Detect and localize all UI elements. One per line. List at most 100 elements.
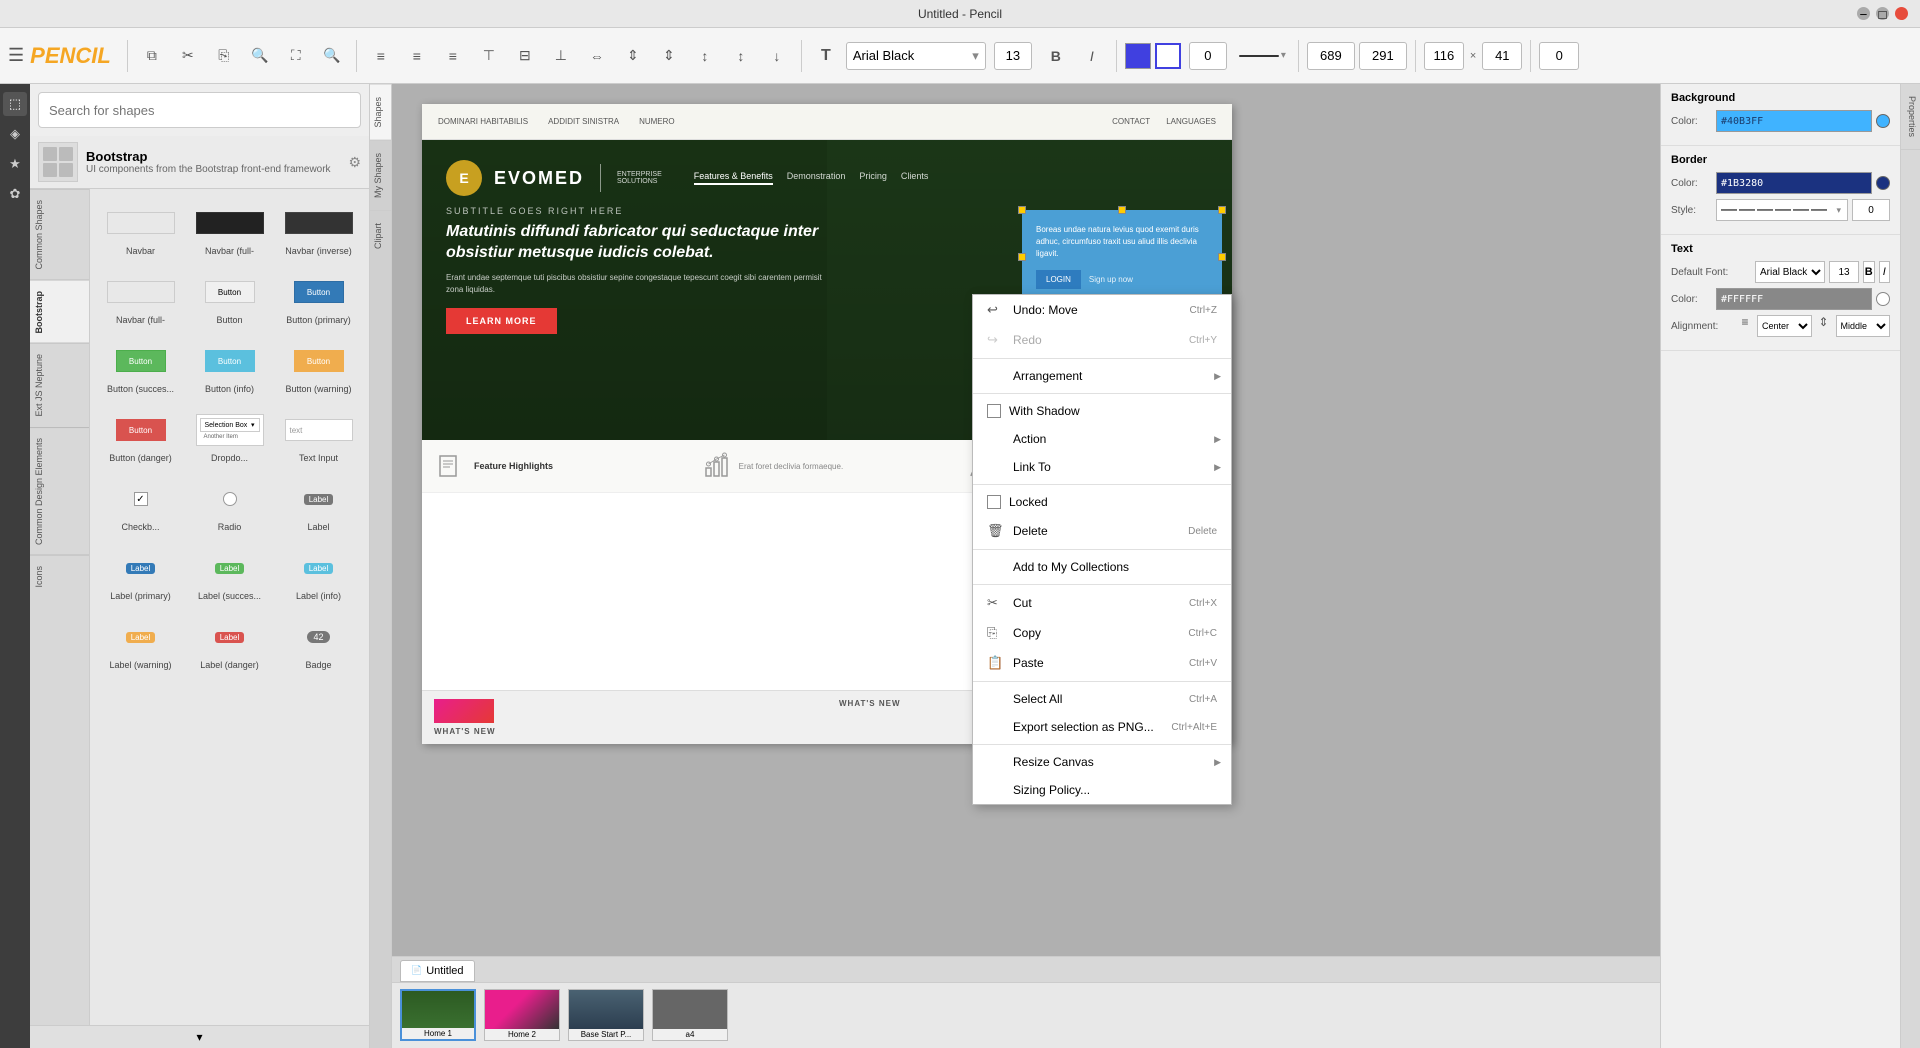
shape-item-button-warning[interactable]: Button Button (warning) xyxy=(276,335,361,400)
align-h-select[interactable]: Center Left Right xyxy=(1757,315,1812,337)
page-thumb-1[interactable]: Home 1 xyxy=(400,989,476,1041)
shape-item-button-primary[interactable]: Button Button (primary) xyxy=(276,266,361,331)
shape-item-button-info[interactable]: Button Button (info) xyxy=(187,335,272,400)
align-top-button[interactable]: ⊤ xyxy=(473,40,505,72)
resize-handle-tl[interactable] xyxy=(1018,206,1026,214)
shape-item-button[interactable]: Button Button xyxy=(187,266,272,331)
clipart-rail-icon[interactable]: ✿ xyxy=(3,182,27,206)
font-select[interactable]: Arial Black xyxy=(1755,261,1825,283)
login-button[interactable]: LOGIN xyxy=(1036,270,1081,289)
rotation-input[interactable] xyxy=(1539,42,1579,70)
bold-button[interactable]: B xyxy=(1040,40,1072,72)
resize-handle-tr[interactable] xyxy=(1218,206,1226,214)
bg-color-picker[interactable] xyxy=(1876,114,1890,128)
ctx-resize-canvas[interactable]: Resize Canvas xyxy=(973,748,1231,776)
bootstrap-tab[interactable]: Bootstrap xyxy=(30,280,89,344)
ctx-arrangement[interactable]: Arrangement xyxy=(973,362,1231,390)
text-color-picker[interactable] xyxy=(1876,292,1890,306)
page-thumb-2[interactable]: Home 2 xyxy=(484,989,560,1041)
y-position-input[interactable] xyxy=(1359,42,1407,70)
dist-6-button[interactable]: ↓ xyxy=(761,40,793,72)
fit-page-button[interactable]: ⛶ xyxy=(280,40,312,72)
shape-item-label-danger[interactable]: Label Label (danger) xyxy=(187,611,272,676)
resize-handle-mr[interactable] xyxy=(1218,253,1226,261)
shape-item-checkbox[interactable]: ✓ Checkb... xyxy=(98,473,183,538)
hamburger-icon[interactable]: ☰ xyxy=(8,45,24,66)
border-color-box[interactable]: #1B3280 xyxy=(1716,172,1872,194)
text-color-swatch[interactable] xyxy=(1125,43,1151,69)
text-color-box[interactable]: #FFFFFF xyxy=(1716,288,1872,310)
ctx-shadow-checkbox[interactable] xyxy=(987,404,1001,418)
close-button[interactable] xyxy=(1895,7,1908,20)
pricing-link[interactable]: Pricing xyxy=(859,171,887,185)
cut-button[interactable]: ✂ xyxy=(172,40,204,72)
shape-item-dropdown[interactable]: Selection Box ▾ Another Item Dropdo... xyxy=(187,404,272,469)
minimize-button[interactable]: − xyxy=(1857,7,1870,20)
shape-item-text-input[interactable]: text Text Input xyxy=(276,404,361,469)
ctx-with-shadow[interactable]: With Shadow xyxy=(973,397,1231,425)
features-link[interactable]: Features & Benefits xyxy=(694,171,773,185)
align-left-button[interactable]: ≡ xyxy=(365,40,397,72)
search-input[interactable] xyxy=(38,92,361,128)
x-position-input[interactable] xyxy=(1307,42,1355,70)
properties-vtab[interactable]: Properties xyxy=(1901,84,1920,150)
ctx-add-collections[interactable]: Add to My Collections xyxy=(973,553,1231,581)
font-selector[interactable]: Arial Black ▾ xyxy=(846,42,986,70)
dist-3-button[interactable]: ⇕ xyxy=(653,40,685,72)
ctx-paste[interactable]: 📋 Paste Ctrl+V xyxy=(973,648,1231,678)
shape-item-button-success[interactable]: Button Button (succes... xyxy=(98,335,183,400)
dist-5-button[interactable]: ↕ xyxy=(725,40,757,72)
ctx-redo[interactable]: ↪ Redo Ctrl+Y xyxy=(973,325,1231,355)
shape-item-navbar-full[interactable]: Navbar (full- xyxy=(187,197,272,262)
new-doc-button[interactable]: ⧉ xyxy=(136,40,168,72)
shape-item-label-success[interactable]: Label Label (succes... xyxy=(187,542,272,607)
zoom-in-button[interactable]: 🔍 xyxy=(316,40,348,72)
ctx-locked-checkbox[interactable] xyxy=(987,495,1001,509)
library-settings-icon[interactable]: ⚙ xyxy=(348,154,361,171)
signup-link[interactable]: Sign up now xyxy=(1089,275,1133,284)
border-width-input[interactable] xyxy=(1852,199,1890,221)
text-bold-button[interactable]: B xyxy=(1863,261,1875,283)
shape-item-label-info[interactable]: Label Label (info) xyxy=(276,542,361,607)
learn-more-button[interactable]: LEARN MORE xyxy=(446,308,557,334)
italic-button[interactable]: I xyxy=(1076,40,1108,72)
ctx-locked[interactable]: Locked xyxy=(973,488,1231,516)
shape-item-navbar-inverse[interactable]: Navbar (inverse) xyxy=(276,197,361,262)
height-input[interactable] xyxy=(1482,42,1522,70)
font-icon-button[interactable]: T xyxy=(810,40,842,72)
opacity-input[interactable] xyxy=(1189,42,1227,70)
shape-item-label[interactable]: Label Label xyxy=(276,473,361,538)
align-center-button[interactable]: ≡ xyxy=(401,40,433,72)
vtab-shapes[interactable]: Shapes xyxy=(370,84,391,140)
stencil-rail-icon[interactable]: ◈ xyxy=(3,122,27,146)
font-size-rp[interactable] xyxy=(1829,261,1859,283)
shape-item-navbar-full2[interactable]: Navbar (full- xyxy=(98,266,183,331)
canvas-area[interactable]: DOMINARI HABITABILIS ADDIDIT SINISTRA NU… xyxy=(392,84,1660,1048)
ctx-undo[interactable]: ↩ Undo: Move Ctrl+Z xyxy=(973,295,1231,325)
icons-tab[interactable]: Icons xyxy=(30,555,89,598)
ctx-sizing-policy[interactable]: Sizing Policy... xyxy=(973,776,1231,804)
align-v-select[interactable]: Middle Top Bottom xyxy=(1836,315,1891,337)
maximize-button[interactable]: □ xyxy=(1876,7,1889,20)
clients-link[interactable]: Clients xyxy=(901,171,929,185)
ctx-link-to[interactable]: Link To xyxy=(973,453,1231,481)
demo-link[interactable]: Demonstration xyxy=(787,171,846,185)
ctx-copy[interactable]: ⎘ Copy Ctrl+C xyxy=(973,618,1231,648)
width-input[interactable] xyxy=(1424,42,1464,70)
page-tab-untitled[interactable]: 📄 Untitled xyxy=(400,960,475,982)
shape-item-radio[interactable]: Radio xyxy=(187,473,272,538)
design-elements-tab[interactable]: Common Design Elements xyxy=(30,427,89,555)
font-size-input[interactable] xyxy=(994,42,1032,70)
common-shapes-tab[interactable]: Common Shapes xyxy=(30,189,89,280)
vtab-my-shapes[interactable]: My Shapes xyxy=(370,140,391,210)
ctx-delete[interactable]: 🗑 Delete Delete xyxy=(973,516,1231,546)
align-bottom-button[interactable]: ⊥ xyxy=(545,40,577,72)
ctx-action[interactable]: Action xyxy=(973,425,1231,453)
resize-handle-tm[interactable] xyxy=(1118,206,1126,214)
border-color-picker[interactable] xyxy=(1876,176,1890,190)
shape-item-label-primary[interactable]: Label Label (primary) xyxy=(98,542,183,607)
shape-item-button-danger[interactable]: Button Button (danger) xyxy=(98,404,183,469)
page-thumb-3[interactable]: Base Start P... xyxy=(568,989,644,1041)
page-thumb-4[interactable]: a4 xyxy=(652,989,728,1041)
resize-handle-ml[interactable] xyxy=(1018,253,1026,261)
